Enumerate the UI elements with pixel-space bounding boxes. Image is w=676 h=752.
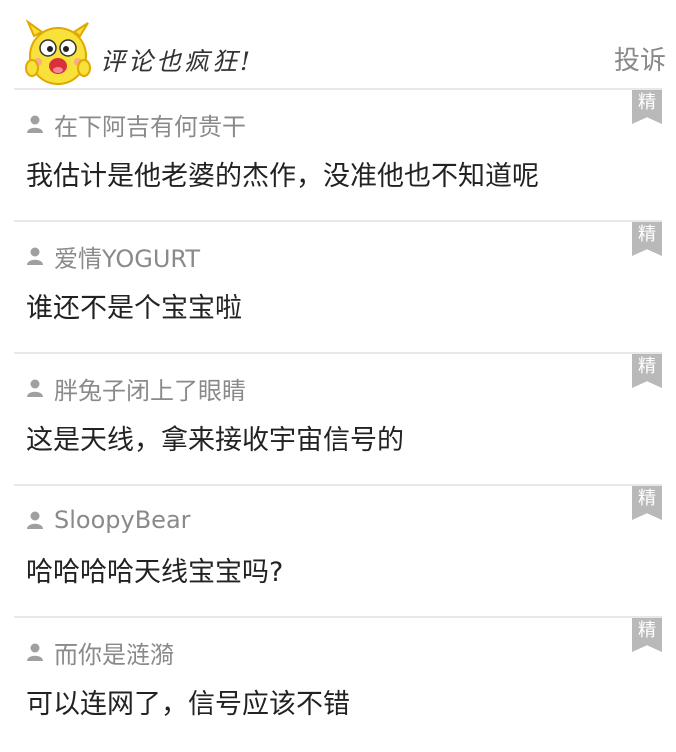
featured-badge: 精 (632, 618, 662, 652)
featured-badge: 精 (632, 222, 662, 256)
user-icon (27, 247, 43, 265)
featured-badge: 精 (632, 354, 662, 388)
comments-header: 评论也疯狂! 投诉 (0, 0, 676, 88)
mascot-icon (25, 19, 91, 85)
author-name: 胖兔子闭上了眼睛 (54, 376, 246, 405)
comment-item: 精 胖兔子闭上了眼睛 这是天线，拿来接收宇宙信号的 (14, 352, 662, 484)
comment-item: 精 在下阿吉有何贵干 我估计是他老婆的杰作，没准他也不知道呢 (14, 88, 662, 220)
comment-text: 谁还不是个宝宝啦 (26, 293, 242, 324)
user-icon (27, 115, 43, 133)
comment-item: 精 爱情YOGURT 谁还不是个宝宝啦 (14, 220, 662, 352)
comment-author[interactable]: 而你是涟漪 (26, 636, 174, 669)
user-icon (27, 379, 43, 397)
comment-author[interactable]: SloopyBear (26, 504, 191, 536)
author-name: SloopyBear (54, 506, 191, 534)
comment-text: 可以连网了，信号应该不错 (26, 689, 350, 720)
user-icon (27, 643, 43, 661)
comment-item: 精 SloopyBear 哈哈哈哈天线宝宝吗? (14, 484, 662, 616)
featured-badge: 精 (632, 486, 662, 520)
author-name: 在下阿吉有何贵干 (54, 112, 246, 141)
user-icon (27, 511, 43, 529)
featured-badge: 精 (632, 90, 662, 124)
comment-list: 精 在下阿吉有何贵干 我估计是他老婆的杰作，没准他也不知道呢 精 爱情YOGUR… (0, 88, 676, 748)
comment-text: 我估计是他老婆的杰作，没准他也不知道呢 (26, 161, 539, 192)
author-name: 而你是涟漪 (54, 640, 174, 669)
comment-text: 这是天线，拿来接收宇宙信号的 (26, 425, 404, 456)
author-name: 爱情YOGURT (54, 244, 200, 273)
comment-author[interactable]: 爱情YOGURT (26, 240, 200, 273)
comment-item: 精 而你是涟漪 可以连网了，信号应该不错 (14, 616, 662, 748)
comment-author[interactable]: 胖兔子闭上了眼睛 (26, 372, 246, 405)
comment-text: 哈哈哈哈天线宝宝吗? (26, 557, 284, 588)
comment-author[interactable]: 在下阿吉有何贵干 (26, 108, 246, 141)
page-title: 评论也疯狂! (100, 47, 254, 76)
report-button[interactable]: 投诉 (614, 40, 666, 77)
